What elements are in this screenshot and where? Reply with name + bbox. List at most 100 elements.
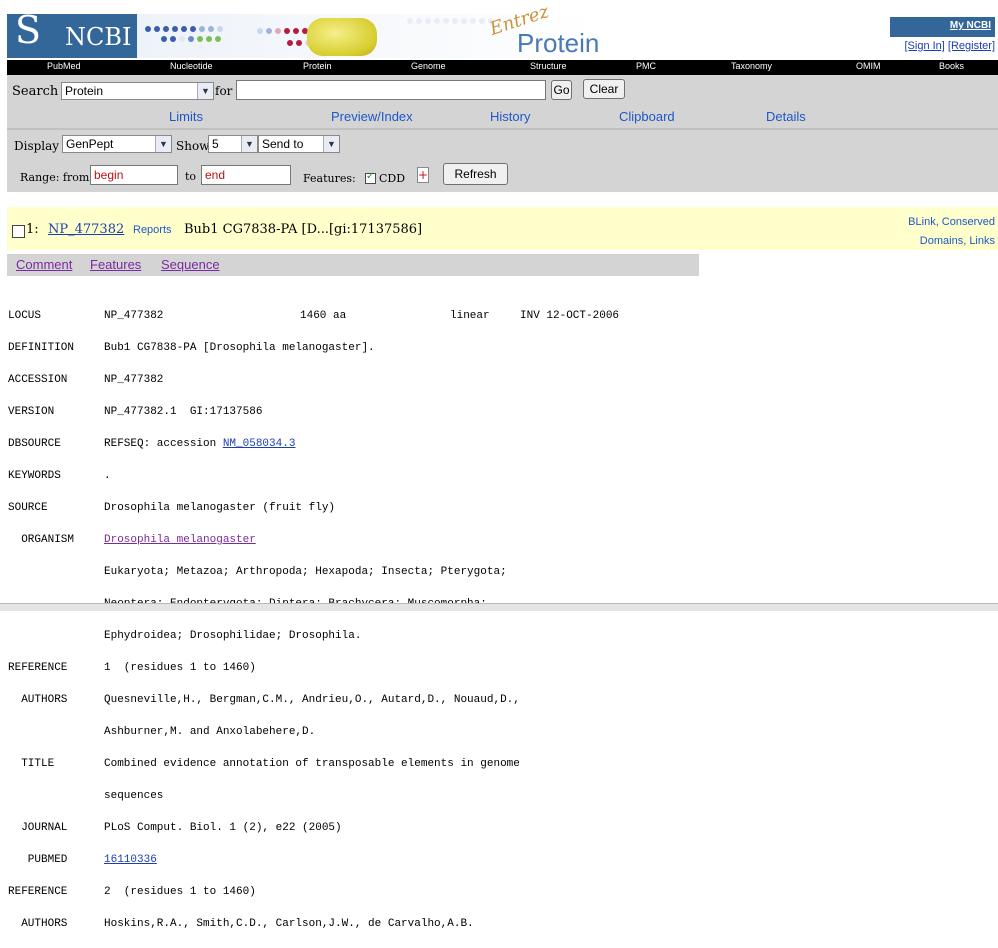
tab-preview-index[interactable]: Preview/Index — [331, 109, 413, 124]
range-end-input[interactable]: end — [201, 165, 291, 185]
search-panel: Search Protein ▼ for Go Clear Limits Pre… — [7, 75, 998, 192]
nav-pmc[interactable]: PMC — [636, 61, 656, 71]
nav-books[interactable]: Books — [939, 61, 964, 71]
ncbi-helix-symbol: S — [15, 8, 42, 52]
organism-taxonomy-link[interactable]: Drosophila melanogaster — [104, 534, 256, 546]
reference-line: REFERENCE 2 (residues 1 to 1460) — [8, 884, 619, 900]
clear-button[interactable]: Clear — [583, 79, 625, 99]
display-label: Display — [14, 139, 60, 153]
title-line: sequences — [8, 788, 619, 804]
version-line: VERSION NP_477382.1 GI:17137586 — [8, 404, 619, 420]
lineage-text: Ephydroidea; Drosophilidae; Drosophila. — [104, 630, 362, 642]
database-select[interactable]: Protein ▼ — [61, 82, 214, 100]
keywords-line: KEYWORDS. — [8, 468, 619, 484]
chevron-down-icon: ▼ — [241, 136, 257, 152]
tab-clipboard[interactable]: Clipboard — [619, 109, 675, 124]
result-number: 1: — [26, 222, 39, 237]
nav-protein[interactable]: Protein — [303, 61, 332, 71]
blink-conserved-link[interactable]: BLink, Conserved — [908, 213, 995, 232]
source-value: Drosophila melanogaster (fruit fly) — [104, 502, 336, 514]
journal-text: PLoS Comput. Biol. 1 (2), e22 (2005) — [104, 822, 342, 834]
authors-line: Ashburner,M. and Anxolabehere,D. — [8, 724, 619, 740]
tab-history[interactable]: History — [490, 109, 530, 124]
genpept-record: LOCUS NP_477382 1460 aa linear INV 12-OCT-20… — [8, 292, 619, 948]
features-link[interactable]: Features — [90, 257, 141, 272]
authors-line: AUTHORS Hoskins,R.A., Smith,C.D., Carlson… — [8, 916, 619, 932]
reference-value: 1 (residues 1 to 1460) — [104, 662, 256, 674]
title-line: TITLE Combined evidence annotation of tra… — [8, 756, 619, 772]
dbsource-line: DBSOURCE REFSEQ: accession NM_058034.3 — [8, 436, 619, 452]
features-label: Features: — [303, 172, 356, 185]
sign-in-link[interactable]: [Sign In] — [905, 40, 945, 52]
related-links[interactable]: BLink, Conserved Domains, Links — [908, 213, 995, 251]
authors-text: Ashburner,M. and Anxolabehere,D. — [104, 726, 316, 738]
accession-key: ACCESSION — [8, 374, 68, 386]
lineage-text: Eukaryota; Metazoa; Arthropoda; Hexapoda… — [104, 566, 507, 578]
authors-key: AUTHORS — [8, 694, 68, 706]
result-select-checkbox[interactable] — [12, 225, 25, 238]
for-label: for — [215, 84, 233, 98]
locus-length: 1460 aa — [300, 310, 347, 322]
reports-link[interactable]: Reports — [133, 224, 172, 236]
organism-line: ORGANISM Drosophila melanogaster — [8, 532, 619, 548]
cdd-label: CDD — [379, 172, 406, 185]
definition-value: Bub1 CG7838-PA [Drosophila melanogaster]… — [104, 342, 375, 354]
domains-links-link[interactable]: Domains, Links — [908, 232, 995, 251]
panel-divider — [7, 128, 998, 130]
sequence-link[interactable]: Sequence — [161, 257, 220, 272]
authors-line: AUTHORS Quesneville,H., Bergman,C.M., And… — [8, 692, 619, 708]
nav-nucleotide[interactable]: Nucleotide — [170, 61, 213, 71]
dbsource-prefix: REFSEQ: accession — [104, 438, 223, 450]
show-count-value: 5 — [212, 137, 219, 151]
source-line: SOURCE Drosophila melanogaster (fruit fly… — [8, 500, 619, 516]
locus-line: LOCUS NP_477382 1460 aa linear INV 12-OCT-20… — [8, 308, 619, 324]
nav-genome[interactable]: Genome — [411, 61, 446, 71]
definition-key: DEFINITION — [8, 342, 75, 354]
authors-key: AUTHORS — [8, 918, 68, 930]
refresh-button[interactable]: Refresh — [443, 163, 508, 185]
search-label: Search — [12, 84, 59, 99]
search-query-input[interactable] — [236, 80, 546, 100]
dbsource-accession-link[interactable]: NM_058034.3 — [223, 438, 296, 450]
chevron-down-icon: ▼ — [323, 136, 339, 152]
authors-text: Quesneville,H., Bergman,C.M., Andrieu,O.… — [104, 694, 520, 706]
dbsource-key: DBSOURCE — [8, 438, 61, 450]
tab-details[interactable]: Details — [766, 109, 806, 124]
account-links: [Sign In] [Register] — [890, 40, 996, 52]
locus-division: INV 12-OCT-2006 — [520, 310, 620, 322]
send-to-select[interactable]: Send to ▼ — [258, 135, 340, 153]
keywords-value: . — [104, 470, 111, 482]
definition-line: DEFINITION Bub1 CG7838-PA [Drosophila mel… — [8, 340, 619, 356]
journal-key: JOURNAL — [8, 822, 68, 834]
nav-omim[interactable]: OMIM — [856, 61, 881, 71]
range-from-label: Range: from — [20, 171, 90, 184]
reference-value: 2 (residues 1 to 1460) — [104, 886, 256, 898]
database-select-value: Protein — [65, 84, 104, 98]
reference-key: REFERENCE — [8, 662, 68, 674]
go-button[interactable]: Go — [551, 80, 572, 100]
keywords-key: KEYWORDS — [8, 470, 61, 482]
nav-taxonomy[interactable]: Taxonomy — [731, 61, 772, 71]
locus-name: NP_477382 — [104, 310, 164, 322]
my-ncbi-link[interactable]: My NCBI — [950, 20, 991, 31]
cdd-checkbox[interactable] — [365, 171, 376, 184]
register-link[interactable]: [Register] — [948, 40, 995, 52]
locus-key: LOCUS — [8, 310, 42, 322]
comment-link[interactable]: Comment — [16, 257, 72, 272]
result-header: 1: NP_477382 Reports Bub1 CG7838-PA [D..… — [7, 207, 998, 250]
tab-limits[interactable]: Limits — [169, 109, 203, 124]
pubmed-link[interactable]: 16110336 — [104, 854, 157, 866]
nav-pubmed[interactable]: PubMed — [47, 61, 81, 71]
database-title: Protein — [517, 28, 600, 58]
show-count-select[interactable]: 5 ▼ — [208, 135, 258, 153]
result-accession-link[interactable]: NP_477382 — [48, 222, 124, 237]
range-begin-input[interactable]: begin — [90, 165, 178, 185]
display-format-select[interactable]: GenPept ▼ — [62, 135, 172, 153]
add-feature-button[interactable]: + — [417, 167, 429, 183]
ncbi-logo[interactable]: S NCBI — [7, 8, 137, 58]
nav-structure[interactable]: Structure — [530, 61, 567, 71]
ncbi-logo-text: NCBI — [65, 23, 132, 51]
my-ncbi-box: My NCBI — [890, 17, 995, 37]
version-key: VERSION — [8, 406, 55, 418]
pubmed-line: PUBMED 16110336 — [8, 852, 619, 868]
